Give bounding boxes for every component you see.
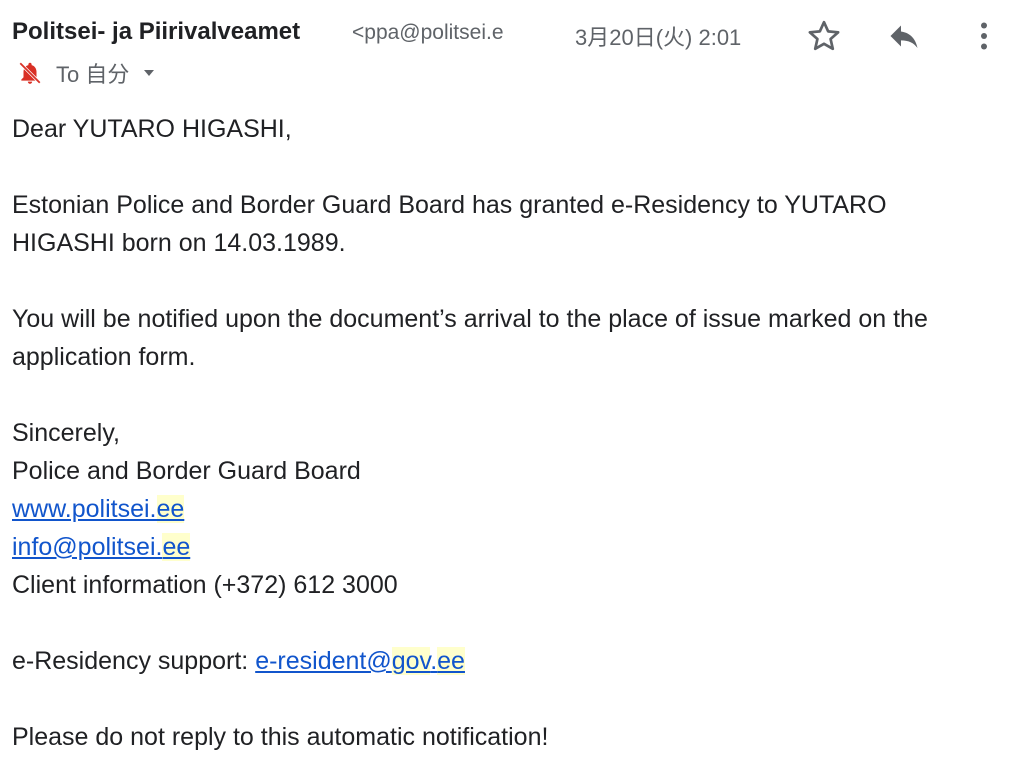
email-line: info@politsei.ee xyxy=(12,528,1012,566)
website-link[interactable]: www.politsei.ee xyxy=(12,495,185,523)
star-button[interactable] xyxy=(804,16,844,56)
info-email-link[interactable]: info@politsei.ee xyxy=(12,533,191,561)
info-email-tld: ee xyxy=(162,533,191,561)
notice-paragraph-line-1: You will be notified upon the document’s… xyxy=(12,305,928,333)
grant-paragraph-line-1: Estonian Police and Border Guard Board h… xyxy=(12,191,887,219)
website-line: www.politsei.ee xyxy=(12,490,1012,528)
organization-name: Police and Border Guard Board xyxy=(12,457,361,485)
recipient-details-toggle[interactable]: To 自分 xyxy=(16,58,157,88)
support-email-user: e-resident@ xyxy=(255,647,392,675)
message-date: 3月20日(火) 2:01 xyxy=(575,25,742,50)
message-header: Politsei- ja Piirivalveamet <ppa@politse… xyxy=(12,16,1022,56)
muted-notification-icon xyxy=(16,59,44,87)
reply-icon xyxy=(890,25,918,48)
greeting: Dear YUTARO HIGASHI, xyxy=(12,115,292,143)
website-link-text: www.politsei. xyxy=(12,495,157,523)
sender-name[interactable]: Politsei- ja Piirivalveamet xyxy=(12,18,300,46)
support-line: e-Residency support: e-resident@gov.ee xyxy=(12,642,1012,680)
more-options-button[interactable] xyxy=(964,16,1004,56)
website-link-tld: ee xyxy=(156,495,185,523)
chevron-down-icon xyxy=(141,65,157,81)
support-email-domain: gov xyxy=(391,647,431,675)
reply-button[interactable] xyxy=(884,16,924,56)
client-information: Client information (+372) 612 3000 xyxy=(12,571,398,599)
support-label: e-Residency support: xyxy=(12,647,256,675)
support-email-link[interactable]: e-resident@gov.ee xyxy=(255,647,465,675)
star-icon xyxy=(808,20,840,51)
footer-notice: Please do not reply to this automatic no… xyxy=(12,723,549,751)
grant-paragraph-line-2: HIGASHI born on 14.03.1989. xyxy=(12,229,346,257)
notice-paragraph-line-2: application form. xyxy=(12,343,196,371)
sender-email[interactable]: <ppa@politsei.e xyxy=(352,21,540,45)
message-body: Dear YUTARO HIGASHI, Estonian Police and… xyxy=(12,110,1012,756)
support-email-tld: ee xyxy=(437,647,465,675)
more-vert-icon xyxy=(981,22,987,50)
recipient-label: To 自分 xyxy=(56,62,130,87)
info-email-text: info@politsei. xyxy=(12,533,163,561)
signoff: Sincerely, xyxy=(12,419,120,447)
